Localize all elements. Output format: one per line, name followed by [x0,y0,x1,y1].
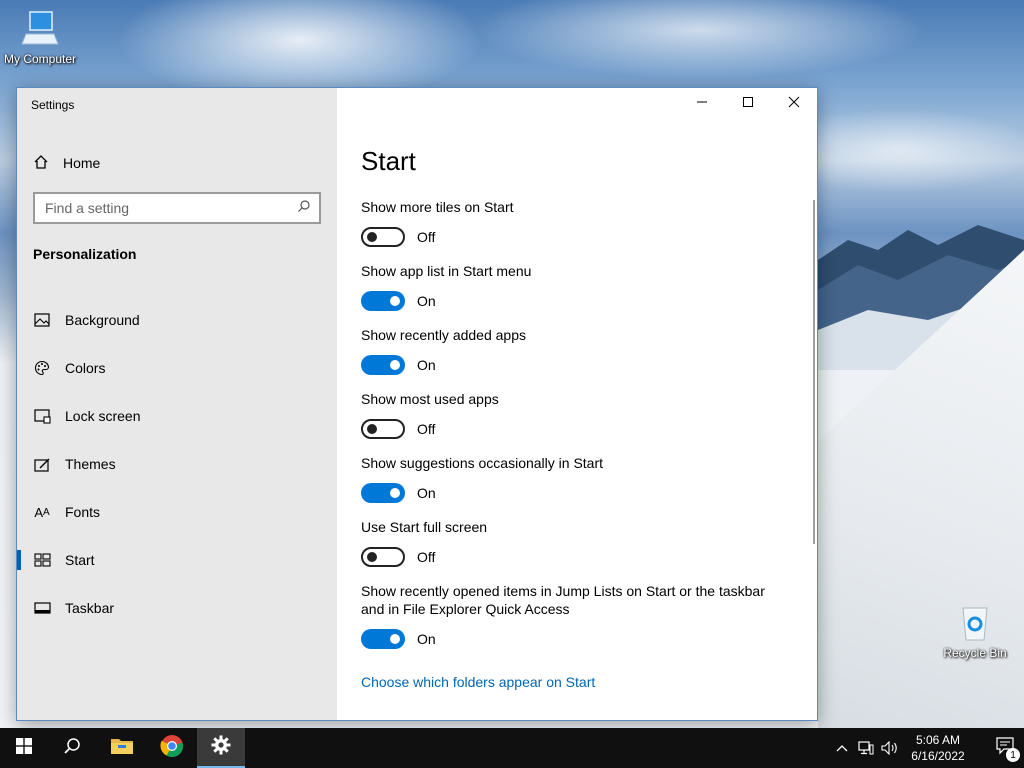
taskbar-file-explorer[interactable] [98,728,146,768]
toggle-state-label: On [417,631,436,647]
setting-jump-lists: Show recently opened items in Jump Lists… [361,582,781,650]
setting-label: Show app list in Start menu [361,263,532,279]
sidebar-item-label: Background [65,312,140,328]
nav-list: Background Colors Lock screen Themes A A… [17,296,337,632]
setting-label: Show recently opened items in Jump Lists… [361,583,765,617]
lock-screen-icon [33,407,51,425]
setting-label: Use Start full screen [361,519,488,535]
toggle-state-label: On [417,293,436,309]
notification-count-badge: 1 [1006,748,1020,762]
chrome-icon [160,734,184,763]
page-title: Start [361,146,416,176]
sidebar: Settings Home Personalization Background [17,88,337,720]
setting-label: Show more tiles on Start [361,199,514,215]
sidebar-item-label: Fonts [65,504,101,520]
setting-most-used: Show most used apps Off [361,390,781,440]
taskbar-chrome[interactable] [148,728,196,768]
settings-list: Show more tiles on Start Off Show app li… [361,198,781,664]
setting-recently-added: Show recently added apps On [361,326,781,376]
action-center-button[interactable]: 1 [988,728,1024,768]
computer-icon [20,8,60,48]
sidebar-item-background[interactable]: Background [17,296,337,344]
setting-label: Show most used apps [361,391,499,407]
sidebar-item-colors[interactable]: Colors [17,344,337,392]
volume-icon[interactable] [878,741,902,755]
toggle-state-label: Off [417,229,436,245]
clock-time: 5:06 AM [915,733,961,747]
most-used-toggle[interactable] [361,419,405,439]
sidebar-item-taskbar[interactable]: Taskbar [17,584,337,632]
search-icon[interactable] [297,199,311,218]
setting-app-list: Show app list in Start menu On [361,262,781,312]
setting-more-tiles: Show more tiles on Start Off [361,198,781,248]
palette-icon [33,359,51,377]
minimize-button[interactable] [679,88,725,120]
scrollbar[interactable] [813,200,815,544]
desktop-icon-label: Recycle Bin [943,646,1007,660]
taskbar-icon [33,599,51,617]
desktop-icon-my-computer[interactable]: My Computer [0,8,80,66]
jump-lists-toggle[interactable] [361,629,405,649]
windows-logo-icon [16,737,32,759]
setting-label: Show suggestions occasionally in Start [361,455,604,471]
image-icon [33,311,51,329]
home-icon [33,154,49,173]
toggle-state-label: Off [417,421,436,437]
setting-label: Show recently added apps [361,327,526,343]
suggestions-toggle[interactable] [361,483,405,503]
desktop-icon-label: My Computer [3,52,77,66]
maximize-icon [742,95,754,113]
nav-home[interactable]: Home [33,152,100,174]
nav-home-label: Home [63,155,101,171]
taskbar-settings[interactable] [197,728,245,768]
chevron-up-icon[interactable] [830,744,854,752]
fonts-icon: AA [34,504,50,520]
taskbar-search-button[interactable] [48,728,96,768]
choose-folders-link[interactable]: Choose which folders appear on Start [361,674,595,690]
sidebar-item-label: Start [65,552,95,568]
more-tiles-toggle[interactable] [361,227,405,247]
section-label: Personalization [33,246,137,262]
sidebar-item-themes[interactable]: Themes [17,440,337,488]
sidebar-item-label: Lock screen [65,408,141,424]
toggle-state-label: Off [417,549,436,565]
search-icon [63,737,81,760]
toggle-state-label: On [417,357,436,373]
sidebar-item-lock-screen[interactable]: Lock screen [17,392,337,440]
taskbar-clock[interactable]: 5:06 AM 6/16/2022 [902,732,974,764]
window-controls [679,88,817,120]
gear-icon [211,735,231,760]
sidebar-item-label: Taskbar [65,600,115,616]
toggle-state-label: On [417,485,436,501]
recently-added-toggle[interactable] [361,355,405,375]
sidebar-item-label: Colors [65,360,106,376]
minimize-icon [696,95,708,113]
setting-full-screen: Use Start full screen Off [361,518,781,568]
full-screen-toggle[interactable] [361,547,405,567]
close-icon [788,95,800,113]
search-box[interactable] [33,192,321,224]
maximize-button[interactable] [725,88,771,120]
sidebar-item-start[interactable]: Start [17,536,337,584]
start-icon [33,551,51,569]
sidebar-item-fonts[interactable]: AA Fonts [17,488,337,536]
recycle-bin-icon [955,602,995,642]
folder-icon [110,736,134,761]
taskbar: 5:06 AM 6/16/2022 1 [0,728,1024,768]
system-tray: 5:06 AM 6/16/2022 1 [830,728,1024,768]
close-button[interactable] [771,88,817,120]
themes-icon [33,455,51,473]
start-button[interactable] [0,728,48,768]
settings-window: Settings Home Personalization Background [16,87,818,721]
network-icon[interactable] [854,741,878,755]
main-content: Start Show more tiles on Start Off Show … [337,88,817,720]
desktop-icon-recycle-bin[interactable]: Recycle Bin [935,602,1015,660]
sidebar-item-label: Themes [65,456,116,472]
clock-date: 6/16/2022 [911,749,965,763]
search-input[interactable] [45,200,275,216]
app-list-toggle[interactable] [361,291,405,311]
setting-suggestions: Show suggestions occasionally in Start O… [361,454,781,504]
window-title: Settings [31,98,75,112]
